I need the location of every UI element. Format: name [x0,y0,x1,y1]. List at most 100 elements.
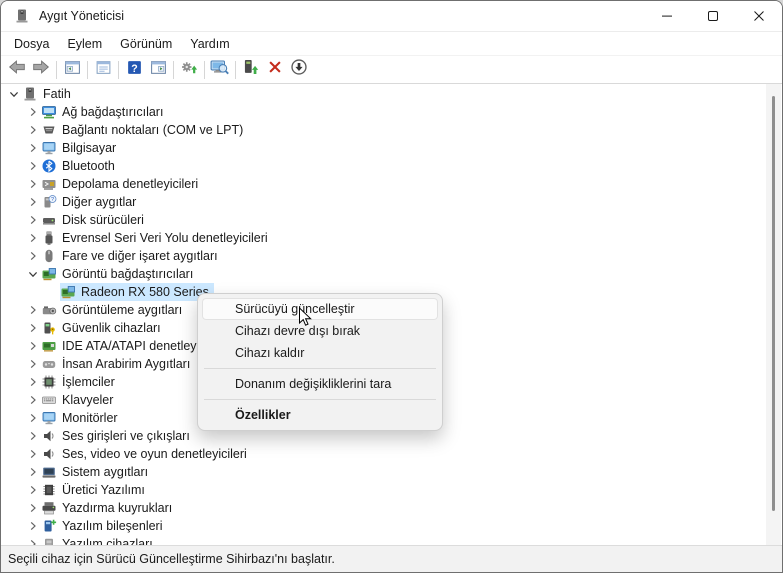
tree-item-core: Görüntüleme aygıtları [41,301,187,319]
tree-item-uretici-yazilimi[interactable]: Üretici Yazılımı [1,481,765,499]
scrollbar-thumb[interactable] [772,96,775,511]
context-menu-separator [204,368,436,369]
menu-help[interactable]: Yardım [181,34,238,54]
tree-item-evrensel-seri-veri-yolu-denetleyicileri[interactable]: Evrensel Seri Veri Yolu denetleyicileri [1,229,765,247]
context-menu-item-disable-device[interactable]: Cihazı devre dışı bırak [202,320,438,342]
toolbar-help-button[interactable]: ? [122,58,146,82]
tree-item-baglanti-noktalari-com-ve-lpt[interactable]: Bağlantı noktaları (COM ve LPT) [1,121,765,139]
chevron-collapsed-icon[interactable] [24,374,41,390]
chevron-collapsed-icon[interactable] [24,464,41,480]
tree-item-label[interactable]: Sistem aygıtları [62,464,150,480]
tree-item-label[interactable]: Fare ve diğer işaret aygıtları [62,248,220,264]
tree-item-label[interactable]: Depolama denetleyicileri [62,176,200,192]
vertical-scrollbar[interactable] [766,84,781,545]
chevron-collapsed-icon[interactable] [24,482,41,498]
chevron-collapsed-icon[interactable] [24,428,41,444]
tree-item-label[interactable]: Fatih [43,86,73,102]
context-menu-item-uninstall-device[interactable]: Cihazı kaldır [202,342,438,364]
chevron-expanded-icon[interactable] [24,266,41,282]
maximize-button[interactable] [690,1,736,31]
tree-item-label[interactable]: Evrensel Seri Veri Yolu denetleyicileri [62,230,270,246]
tree-item-fatih[interactable]: Fatih [1,85,765,103]
tree-item-label[interactable]: Görüntü bağdaştırıcıları [62,266,195,282]
chevron-collapsed-icon[interactable] [24,392,41,408]
context-menu-item-update-driver[interactable]: Sürücüyü güncelleştir [202,298,438,320]
close-button[interactable] [736,1,782,31]
tree-item-label[interactable]: Yazdırma kuyrukları [62,500,174,516]
tree-item-label[interactable]: Ses girişleri ve çıkışları [62,428,192,444]
tree-item-label[interactable]: Radeon RX 580 Series [81,284,211,300]
tree-item-ag-bagdastiricilari[interactable]: Ağ bağdaştırıcıları [1,103,765,121]
tree-item-label[interactable]: Güvenlik cihazları [62,320,163,336]
chevron-collapsed-icon[interactable] [24,500,41,516]
tree-item-label[interactable]: İnsan Arabirim Aygıtları [62,356,192,372]
chevron-collapsed-icon[interactable] [24,158,41,174]
tree-item-diger-aygitlar[interactable]: ?Diğer aygıtlar [1,193,765,211]
menu-view[interactable]: Görünüm [111,34,181,54]
tree-item-yazilim-cihazlari[interactable]: Yazılım cihazları [1,535,765,545]
toolbar-show-hide-console-tree-button[interactable] [60,58,84,82]
back-icon [8,58,26,81]
tree-item-bluetooth[interactable]: Bluetooth [1,157,765,175]
tree-item-bilgisayar[interactable]: Bilgisayar [1,139,765,157]
tree-item-label[interactable]: Bluetooth [62,158,117,174]
menu-file[interactable]: Dosya [5,34,58,54]
tree-item-label[interactable]: Bağlantı noktaları (COM ve LPT) [62,122,245,138]
context-menu-item-properties[interactable]: Özellikler [202,404,438,426]
tree-item-fare-ve-diger-isaret-aygitlari[interactable]: Fare ve diğer işaret aygıtları [1,247,765,265]
chevron-collapsed-icon[interactable] [24,338,41,354]
tree-item-label[interactable]: Yazılım cihazları [62,536,155,545]
tree-item-label[interactable]: İşlemciler [62,374,117,390]
tree-item-label[interactable]: Klavyeler [62,392,115,408]
tree-item-core: Ses girişleri ve çıkışları [41,427,195,445]
chevron-collapsed-icon[interactable] [24,356,41,372]
minimize-button[interactable] [644,1,690,31]
chevron-collapsed-icon[interactable] [24,446,41,462]
toolbar-update-driver-button[interactable] [177,58,201,82]
context-menu-item-scan-hardware-changes[interactable]: Donanım değişikliklerini tara [202,373,438,395]
menu-action[interactable]: Eylem [58,34,111,54]
toolbar-forward-button[interactable] [29,58,53,82]
toolbar-show-hide-action-pane-button[interactable] [146,58,170,82]
tree-item-label[interactable]: Monitörler [62,410,120,426]
tree-item-goruntu-bagdastiricilari[interactable]: Görüntü bağdaştırıcıları [1,265,765,283]
chevron-collapsed-icon[interactable] [24,518,41,534]
tree-item-disk-suruculeri[interactable]: Disk sürücüleri [1,211,765,229]
chevron-collapsed-icon[interactable] [24,104,41,120]
chevron-collapsed-icon[interactable] [24,320,41,336]
toolbar-properties-button[interactable] [91,58,115,82]
chevron-collapsed-icon[interactable] [24,230,41,246]
chevron-expanded-icon[interactable] [5,86,22,102]
toolbar-disable-device-button[interactable] [287,58,311,82]
uninstall-icon [266,58,284,81]
tree-item-sistem-aygitlari[interactable]: Sistem aygıtları [1,463,765,481]
console-tree-icon [64,59,81,81]
tree-item-label[interactable]: Görüntüleme aygıtları [62,302,184,318]
chevron-collapsed-icon[interactable] [24,140,41,156]
tree-item-yazilim-bilesenleri[interactable]: Yazılım bileşenleri [1,517,765,535]
tree-item-depolama-denetleyicileri[interactable]: Depolama denetleyicileri [1,175,765,193]
chevron-collapsed-icon[interactable] [24,302,41,318]
chevron-collapsed-icon[interactable] [24,410,41,426]
tree-item-label[interactable]: Diğer aygıtlar [62,194,138,210]
chevron-collapsed-icon[interactable] [24,122,41,138]
tree-item-yazdirma-kuyruklari[interactable]: Yazdırma kuyrukları [1,499,765,517]
tree-item-label[interactable]: Ses, video ve oyun denetleyicileri [62,446,249,462]
tree-item-label[interactable]: Üretici Yazılımı [62,482,147,498]
toolbar-back-button[interactable] [5,58,29,82]
chevron-collapsed-icon[interactable] [24,194,41,210]
toolbar-scan-hardware-changes-button[interactable] [208,58,232,82]
toolbar-uninstall-device-button[interactable] [263,58,287,82]
chevron-collapsed-icon[interactable] [24,212,41,228]
tree-item-label[interactable]: Yazılım bileşenleri [62,518,165,534]
tree-item-label[interactable]: Disk sürücüleri [62,212,146,228]
tree-item-label[interactable]: Ağ bağdaştırıcıları [62,104,165,120]
disable-icon [290,58,308,81]
toolbar-update-driver-software-button[interactable] [239,58,263,82]
chevron-collapsed-icon[interactable] [24,536,41,545]
firmware-icon [41,482,57,498]
chevron-collapsed-icon[interactable] [24,176,41,192]
tree-item-label[interactable]: Bilgisayar [62,140,118,156]
tree-item-ses-video-ve-oyun-denetleyicileri[interactable]: Ses, video ve oyun denetleyicileri [1,445,765,463]
chevron-collapsed-icon[interactable] [24,248,41,264]
